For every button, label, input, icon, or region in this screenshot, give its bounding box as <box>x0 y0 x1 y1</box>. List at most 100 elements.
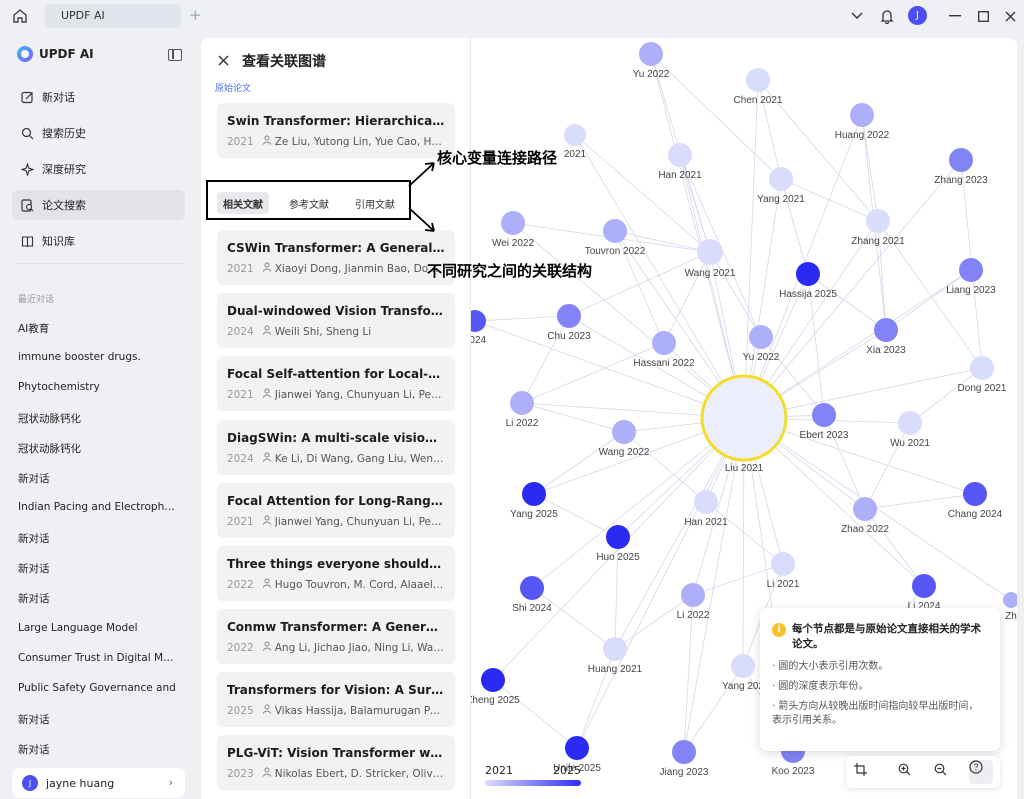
book-icon <box>20 234 34 248</box>
recent-chat-item[interactable]: Consumer Trust in Digital Marketing <box>18 652 178 664</box>
graph-node[interactable] <box>812 403 836 427</box>
recent-chat-item[interactable]: 新对话 <box>18 591 178 606</box>
graph-node-label: Jiang 2023 <box>660 767 709 778</box>
related-paper-card[interactable]: Three things everyone should know about … <box>217 546 455 601</box>
graph-edge <box>683 665 744 753</box>
edit-icon <box>20 90 34 104</box>
fit-view-button[interactable] <box>854 763 872 781</box>
recent-chat-item[interactable]: 新对话 <box>18 561 178 576</box>
graph-node[interactable] <box>749 325 773 349</box>
graph-node[interactable] <box>681 583 705 607</box>
recent-chat-item[interactable]: 冠状动脉钙化 <box>18 411 178 426</box>
zoom-in-button[interactable] <box>898 763 916 781</box>
graph-node[interactable] <box>471 310 486 332</box>
collapse-sidebar-button[interactable] <box>168 49 182 61</box>
graph-node[interactable] <box>963 482 987 506</box>
related-paper-card[interactable]: CSWin Transformer: A General Vision Tran… <box>217 230 455 285</box>
graph-node[interactable] <box>769 167 793 191</box>
tab-updf-ai[interactable]: UPDF AI <box>45 4 181 28</box>
related-paper-card[interactable]: Conmw Transformer: A General Vision Tran… <box>217 609 455 664</box>
recent-chat-item[interactable]: 冠状动脉钙化 <box>18 441 178 456</box>
graph-edge <box>743 79 759 419</box>
tab-related-papers[interactable]: 相关文献 <box>217 192 269 214</box>
tab-references[interactable]: 参考文献 <box>283 192 335 214</box>
recent-chat-item[interactable]: 新对话 <box>18 531 178 546</box>
graph-node[interactable] <box>520 576 544 600</box>
graph-node[interactable] <box>501 211 525 235</box>
graph-node[interactable] <box>746 68 770 92</box>
graph-node-center[interactable] <box>700 374 788 462</box>
minimize-icon <box>949 15 961 17</box>
zoom-out-button[interactable] <box>934 763 952 781</box>
minimize-button[interactable] <box>944 6 966 26</box>
graph-node-label: Huang 2021 <box>588 664 643 675</box>
user-menu-button[interactable]: J jayne huang › <box>12 768 185 798</box>
graph-node[interactable] <box>970 356 994 380</box>
sidebar-item-new-chat[interactable]: 新对话 <box>12 82 185 112</box>
graph-node[interactable] <box>959 258 983 282</box>
graph-node[interactable] <box>565 736 589 760</box>
maximize-button[interactable] <box>972 6 994 26</box>
related-paper-card[interactable]: DiagSWin: A multi-scale vision transform… <box>217 420 455 475</box>
related-paper-card[interactable]: PLG-ViT: Vision Transformer with Paralle… <box>217 735 455 790</box>
graph-node[interactable] <box>874 318 898 342</box>
dropdown-button[interactable] <box>846 6 868 26</box>
recent-chat-item[interactable]: 新对话 <box>18 712 178 727</box>
graph-node[interactable] <box>850 103 874 127</box>
graph-node[interactable] <box>898 411 922 435</box>
sidebar-item-search-history[interactable]: 搜索历史 <box>12 118 185 148</box>
graph-node[interactable] <box>1003 592 1017 608</box>
graph-node-label: Yang 2025 <box>510 509 558 520</box>
original-paper-card[interactable]: Swin Transformer: Hierarchical Vision Tr… <box>217 103 455 158</box>
info-line: · 箭头方向从较晚出版时间指向较早出版时间，表示引用关系。 <box>772 701 979 726</box>
new-tab-button[interactable]: + <box>189 6 202 24</box>
related-paper-card[interactable]: Dual-windowed Vision Transformer 2024 Wei… <box>217 293 455 348</box>
recent-chat-item[interactable]: immune booster drugs. <box>18 351 178 363</box>
recent-chat-item[interactable]: Public Safety Governance and <box>18 682 178 694</box>
graph-node[interactable] <box>606 525 630 549</box>
home-button[interactable] <box>8 5 32 27</box>
graph-node[interactable] <box>557 304 581 328</box>
close-panel-button[interactable] <box>215 52 231 68</box>
tab-citations[interactable]: 引用文献 <box>349 192 401 214</box>
graph-node[interactable] <box>796 262 820 286</box>
notification-button[interactable] <box>876 6 898 26</box>
graph-node[interactable] <box>668 143 692 167</box>
related-paper-card[interactable]: Focal Self-attention for Local-Global In… <box>217 356 455 411</box>
graph-node-label: Li 2022 <box>677 610 710 621</box>
graph-node[interactable] <box>771 552 795 576</box>
recent-chat-item[interactable]: Indian Pacing and Electrophysiology <box>18 501 178 513</box>
graph-node[interactable] <box>564 124 586 146</box>
graph-node[interactable] <box>694 490 718 514</box>
graph-edge <box>474 315 570 322</box>
recent-chat-item[interactable]: 新对话 <box>18 742 178 757</box>
graph-node[interactable] <box>481 668 505 692</box>
graph-node[interactable] <box>652 331 676 355</box>
graph-node[interactable] <box>672 740 696 764</box>
related-paper-card[interactable]: Focal Attention for Long-Range Interacti… <box>217 483 455 538</box>
graph-node[interactable] <box>603 637 627 661</box>
recent-chat-item[interactable]: Large Language Model <box>18 622 178 634</box>
related-paper-card[interactable]: Transformers for Vision: A Survey 2025 Vi… <box>217 672 455 727</box>
avatar[interactable]: J <box>908 6 927 25</box>
graph-node[interactable] <box>639 42 663 66</box>
graph-node[interactable] <box>697 239 723 265</box>
help-button[interactable]: ? <box>969 760 993 784</box>
recent-chat-item[interactable]: 新对话 <box>18 471 178 486</box>
graph-node[interactable] <box>731 654 755 678</box>
sidebar-item-knowledge-base[interactable]: 知识库 <box>12 226 185 256</box>
graph-node[interactable] <box>853 497 877 521</box>
graph-node[interactable] <box>612 420 636 444</box>
recent-chat-item[interactable]: AI教育 <box>18 321 178 336</box>
graph-node[interactable] <box>949 148 973 172</box>
graph-node[interactable] <box>522 482 546 506</box>
recent-chat-item[interactable]: Phytochemistry <box>18 381 178 393</box>
graph-node[interactable] <box>510 391 534 415</box>
close-window-button[interactable] <box>999 6 1021 26</box>
graph-node[interactable] <box>912 574 936 598</box>
graph-node[interactable] <box>866 209 890 233</box>
sidebar-item-paper-search[interactable]: 论文搜索 <box>12 190 185 220</box>
graph-node[interactable] <box>603 219 627 243</box>
callout-structure: 不同研究之间的关联结构 <box>427 262 593 280</box>
sidebar-item-deep-research[interactable]: 深度研究 <box>12 154 185 184</box>
